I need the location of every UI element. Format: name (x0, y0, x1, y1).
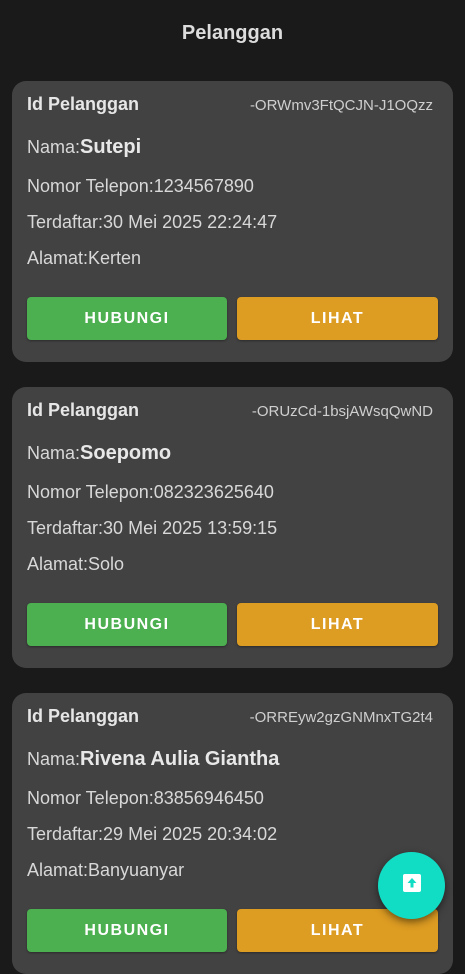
upload-icon (400, 871, 424, 900)
customer-id-row: Id Pelanggan -ORUzCd-1bsjAWsqQwND (27, 400, 433, 421)
customer-name-label: Nama: (27, 443, 81, 463)
customer-address-label: Alamat: (27, 554, 89, 574)
customer-id-value: -ORWmv3FtQCJN-J1OQzz (249, 97, 433, 114)
customer-registered-row: Terdaftar:29 Mei 2025 20:34:02 (27, 824, 277, 845)
customer-card: Id Pelanggan -ORWmv3FtQCJN-J1OQzz Nama:S… (12, 81, 453, 362)
customer-phone-row: Nomor Telepon:082323625640 (27, 482, 274, 503)
customer-address: Banyuanyar (88, 860, 185, 880)
customer-address-row: Alamat:Banyuanyar (27, 860, 184, 881)
customer-name: Soepomo (80, 442, 172, 464)
customer-card: Id Pelanggan -ORREyw2gzGNMnxTG2t4 Nama:R… (12, 693, 453, 974)
customer-phone-label: Nomor Telepon: (27, 482, 154, 502)
customer-phone-row: Nomor Telepon:1234567890 (27, 176, 254, 197)
customer-registered: 29 Mei 2025 20:34:02 (103, 824, 278, 844)
customer-address: Kerten (88, 248, 142, 268)
customer-name-label: Nama: (27, 749, 81, 769)
customer-address-label: Alamat: (27, 860, 89, 880)
customer-phone: 082323625640 (153, 482, 274, 502)
customer-name-label: Nama: (27, 137, 81, 157)
customer-registered-row: Terdaftar:30 Mei 2025 13:59:15 (27, 518, 277, 539)
customer-id-value: -ORUzCd-1bsjAWsqQwND (251, 403, 433, 420)
customer-phone: 1234567890 (153, 176, 254, 196)
customer-registered-label: Terdaftar: (27, 212, 104, 232)
customer-id-label: Id Pelanggan (27, 706, 140, 726)
customer-address-row: Alamat:Solo (27, 554, 124, 575)
customer-name: Rivena Aulia Giantha (80, 748, 280, 770)
customer-name-row: Nama:Sutepi (27, 136, 141, 159)
customer-card: Id Pelanggan -ORUzCd-1bsjAWsqQwND Nama:S… (12, 387, 453, 668)
page-title: Pelanggan (181, 22, 284, 44)
customer-registered: 30 Mei 2025 22:24:47 (103, 212, 278, 232)
view-button[interactable]: LIHAT (237, 603, 438, 646)
customer-address: Solo (88, 554, 125, 574)
view-button[interactable]: LIHAT (237, 297, 438, 340)
customer-address-row: Alamat:Kerten (27, 248, 141, 269)
customer-id-label: Id Pelanggan (27, 400, 140, 420)
call-button[interactable]: HUBUNGI (27, 603, 227, 646)
customer-phone: 83856946450 (153, 788, 264, 808)
customer-phone-label: Nomor Telepon: (27, 788, 154, 808)
customer-id-value: -ORREyw2gzGNMnxTG2t4 (249, 709, 433, 726)
call-button[interactable]: HUBUNGI (27, 297, 227, 340)
customer-name-row: Nama:Soepomo (27, 442, 171, 465)
customer-name-row: Nama:Rivena Aulia Giantha (27, 748, 279, 771)
customer-registered-row: Terdaftar:30 Mei 2025 22:24:47 (27, 212, 277, 233)
customer-id-row: Id Pelanggan -ORWmv3FtQCJN-J1OQzz (27, 94, 433, 115)
customer-registered: 30 Mei 2025 13:59:15 (103, 518, 278, 538)
customer-phone-label: Nomor Telepon: (27, 176, 154, 196)
customer-name: Sutepi (80, 136, 142, 158)
upload-fab-button[interactable] (378, 852, 445, 919)
customer-registered-label: Terdaftar: (27, 824, 104, 844)
customer-phone-row: Nomor Telepon:83856946450 (27, 788, 264, 809)
customer-id-row: Id Pelanggan -ORREyw2gzGNMnxTG2t4 (27, 706, 433, 727)
customer-address-label: Alamat: (27, 248, 89, 268)
customer-registered-label: Terdaftar: (27, 518, 104, 538)
call-button[interactable]: HUBUNGI (27, 909, 227, 952)
customer-id-label: Id Pelanggan (27, 94, 140, 114)
